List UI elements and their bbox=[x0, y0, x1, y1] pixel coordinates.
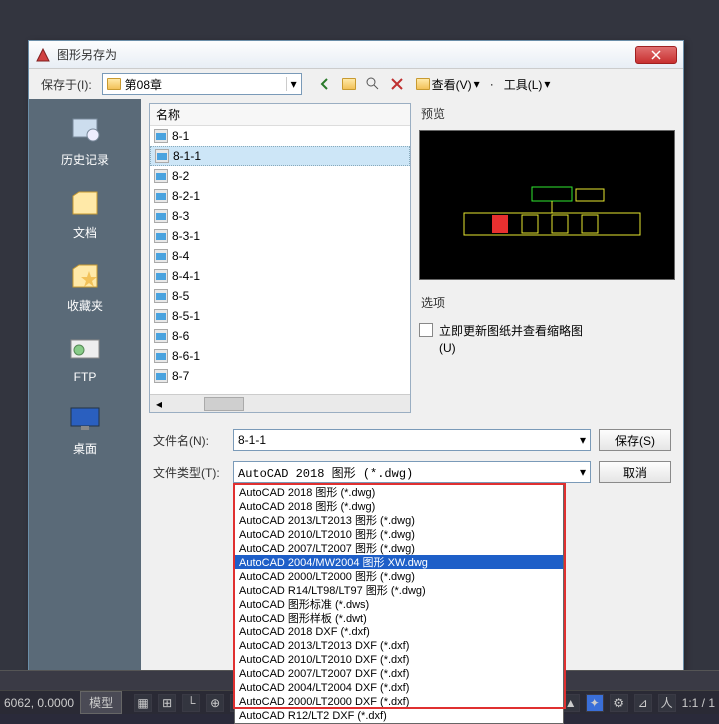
filetype-option[interactable]: AutoCAD 2010/LT2010 DXF (*.dxf) bbox=[235, 653, 563, 667]
view-menu[interactable]: 查看(V) ▾ bbox=[412, 74, 484, 95]
filetype-option[interactable]: AutoCAD 2000/LT2000 DXF (*.dxf) bbox=[235, 695, 563, 709]
file-row[interactable]: 8-1-1 bbox=[150, 146, 410, 166]
filetype-option[interactable]: AutoCAD 2007/LT2007 图形 (*.dwg) bbox=[235, 541, 563, 555]
filetype-option[interactable]: AutoCAD 2000/LT2000 图形 (*.dwg) bbox=[235, 569, 563, 583]
filetype-option[interactable]: AutoCAD 2007/LT2007 DXF (*.dxf) bbox=[235, 667, 563, 681]
file-row[interactable]: 8-2 bbox=[150, 166, 410, 186]
folder-icon bbox=[416, 78, 430, 90]
save-in-value: 第08章 bbox=[125, 76, 162, 93]
update-thumbnail-checkbox[interactable] bbox=[419, 323, 433, 337]
up-folder-icon[interactable] bbox=[340, 75, 358, 93]
filename-input[interactable]: 8-1-1 ▾ bbox=[233, 429, 591, 451]
coordinates: 6062, 0.0000 bbox=[4, 696, 74, 710]
sidebar-item-history[interactable]: 历史记录 bbox=[40, 107, 130, 172]
dwg-file-icon bbox=[154, 249, 168, 263]
titlebar: 图形另存为 bbox=[29, 41, 683, 69]
filetype-option[interactable]: AutoCAD 图形标准 (*.dws) bbox=[235, 597, 563, 611]
units-icon[interactable]: ⊿ bbox=[634, 694, 652, 712]
dwg-file-icon bbox=[154, 369, 168, 383]
filetype-option[interactable]: AutoCAD 2004/MW2004 图形 XW.dwg bbox=[235, 555, 563, 569]
annotation-icon[interactable]: ▲ bbox=[562, 694, 580, 712]
chevron-down-icon: ▾ bbox=[474, 77, 480, 91]
file-row[interactable]: 8-1 bbox=[150, 126, 410, 146]
filetype-label: 文件类型(T): bbox=[153, 464, 221, 481]
file-row[interactable]: 8-6 bbox=[150, 326, 410, 346]
file-row[interactable]: 8-7 bbox=[150, 366, 410, 386]
horizontal-scrollbar[interactable]: ◂ bbox=[150, 394, 410, 412]
filetype-option[interactable]: AutoCAD 2018 DXF (*.dxf) bbox=[235, 625, 563, 639]
column-header-name[interactable]: 名称 bbox=[150, 104, 410, 126]
file-row[interactable]: 8-3 bbox=[150, 206, 410, 226]
dwg-file-icon bbox=[155, 149, 169, 163]
filetype-option[interactable]: AutoCAD 2018 图形 (*.dwg) bbox=[235, 485, 563, 499]
dwg-file-icon bbox=[154, 329, 168, 343]
dwg-file-icon bbox=[154, 189, 168, 203]
filetype-option[interactable]: AutoCAD R14/LT98/LT97 图形 (*.dwg) bbox=[235, 583, 563, 597]
gear-icon[interactable]: ⚙ bbox=[610, 694, 628, 712]
back-icon[interactable] bbox=[316, 75, 334, 93]
filetype-option[interactable]: AutoCAD 2013/LT2013 图形 (*.dwg) bbox=[235, 513, 563, 527]
sidebar-item-ftp[interactable]: FTP bbox=[40, 326, 130, 388]
grid-icon[interactable]: ▦ bbox=[134, 694, 152, 712]
workspace-icon[interactable]: ✦ bbox=[586, 694, 604, 712]
dwg-file-icon bbox=[154, 289, 168, 303]
dwg-file-icon bbox=[154, 269, 168, 283]
delete-icon[interactable] bbox=[388, 75, 406, 93]
preview-label: 预览 bbox=[419, 103, 675, 124]
tools-menu[interactable]: 工具(L) ▾ bbox=[500, 74, 555, 95]
sidebar-item-favorites[interactable]: 收藏夹 bbox=[40, 253, 130, 318]
toolbar: 保存于(I): 第08章 ▾ 查看(V) ▾ · 工具(L) ▾ bbox=[29, 69, 683, 99]
dwg-file-icon bbox=[154, 169, 168, 183]
save-as-dialog: 图形另存为 保存于(I): 第08章 ▾ 查看(V) ▾ · 工具(L) ▾ bbox=[28, 40, 684, 676]
chevron-down-icon: ▾ bbox=[286, 77, 297, 91]
file-row[interactable]: 8-6-1 bbox=[150, 346, 410, 366]
dwg-file-icon bbox=[154, 349, 168, 363]
file-row[interactable]: 8-4 bbox=[150, 246, 410, 266]
filetype-dropdown-list[interactable]: AutoCAD 2018 图形 (*.dwg)AutoCAD 2018 图形 (… bbox=[234, 484, 564, 724]
ortho-icon[interactable]: └ bbox=[182, 694, 200, 712]
filetype-option[interactable]: AutoCAD 2018 图形 (*.dwg) bbox=[235, 499, 563, 513]
options-label: 选项 bbox=[419, 292, 675, 313]
file-row[interactable]: 8-2-1 bbox=[150, 186, 410, 206]
dwg-file-icon bbox=[154, 209, 168, 223]
filetype-option[interactable]: AutoCAD 2010/LT2010 图形 (*.dwg) bbox=[235, 527, 563, 541]
save-button[interactable]: 保存(S) bbox=[599, 429, 671, 451]
sidebar-item-documents[interactable]: 文档 bbox=[40, 180, 130, 245]
dwg-file-icon bbox=[154, 309, 168, 323]
chevron-down-icon: ▾ bbox=[544, 77, 550, 91]
file-row[interactable]: 8-3-1 bbox=[150, 226, 410, 246]
filetype-option[interactable]: AutoCAD 图形样板 (*.dwt) bbox=[235, 611, 563, 625]
filetype-option[interactable]: AutoCAD 2004/LT2004 DXF (*.dxf) bbox=[235, 681, 563, 695]
filetype-option[interactable]: AutoCAD R12/LT2 DXF (*.dxf) bbox=[235, 709, 563, 723]
update-thumbnail-label: 立即更新图纸并查看缩略图(U) bbox=[439, 323, 599, 357]
sidebar-item-desktop[interactable]: 桌面 bbox=[40, 396, 130, 461]
zoom-ratio: 1:1 / 1 bbox=[682, 696, 715, 710]
model-tab[interactable]: 模型 bbox=[80, 691, 122, 714]
cancel-button[interactable]: 取消 bbox=[599, 461, 671, 483]
filetype-option[interactable]: AutoCAD 2013/LT2013 DXF (*.dxf) bbox=[235, 639, 563, 653]
polar-icon[interactable]: ⊕ bbox=[206, 694, 224, 712]
snap-icon[interactable]: ⊞ bbox=[158, 694, 176, 712]
chevron-down-icon[interactable]: ▾ bbox=[580, 433, 586, 447]
filetype-dropdown[interactable]: AutoCAD 2018 图形 (*.dwg) ▾ AutoCAD 2018 图… bbox=[233, 461, 591, 483]
search-icon[interactable] bbox=[364, 75, 382, 93]
person-icon[interactable]: 人 bbox=[658, 694, 676, 712]
autocad-icon bbox=[35, 47, 51, 63]
file-row[interactable]: 8-4-1 bbox=[150, 266, 410, 286]
filename-label: 文件名(N): bbox=[153, 432, 221, 449]
file-list-pane: 名称 8-18-1-18-28-2-18-38-3-18-48-4-18-58-… bbox=[149, 103, 411, 413]
save-in-label: 保存于(I): bbox=[41, 76, 92, 93]
dialog-title: 图形另存为 bbox=[57, 46, 635, 63]
dwg-file-icon bbox=[154, 229, 168, 243]
file-list[interactable]: 8-18-1-18-28-2-18-38-3-18-48-4-18-58-5-1… bbox=[150, 126, 410, 394]
close-button[interactable] bbox=[635, 46, 677, 64]
file-row[interactable]: 8-5 bbox=[150, 286, 410, 306]
save-in-dropdown[interactable]: 第08章 ▾ bbox=[102, 73, 302, 95]
dwg-file-icon bbox=[154, 129, 168, 143]
places-sidebar: 历史记录 文档 收藏夹 FTP 桌面 bbox=[29, 99, 141, 673]
folder-icon bbox=[107, 78, 121, 90]
file-row[interactable]: 8-5-1 bbox=[150, 306, 410, 326]
chevron-down-icon[interactable]: ▾ bbox=[580, 465, 586, 479]
preview-box bbox=[419, 130, 675, 280]
